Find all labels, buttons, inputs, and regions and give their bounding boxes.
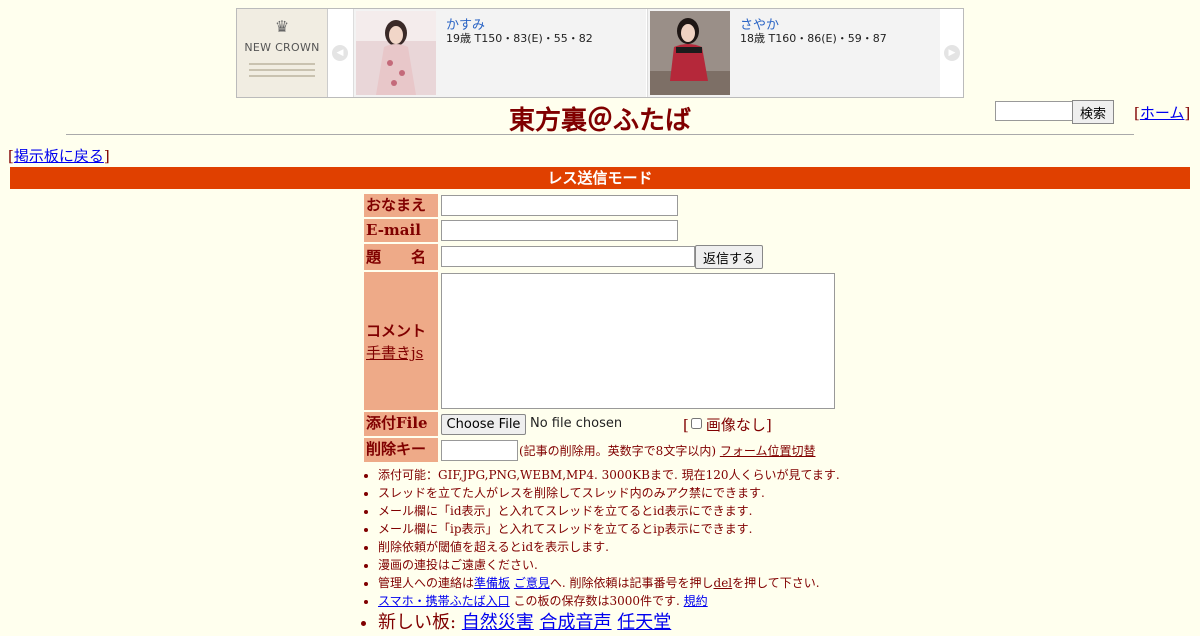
comment-label-cell: コメント 手書きjs	[364, 272, 438, 410]
email-input[interactable]	[441, 220, 678, 241]
choose-file-button[interactable]: Choose File	[441, 414, 526, 435]
rule-item: 削除依頼が閾値を超えるとidを表示します.	[378, 538, 840, 556]
carousel-next-button[interactable]: ▶	[940, 9, 963, 97]
no-image-label: 画像なし	[705, 416, 766, 434]
carousel-prev-button[interactable]: ◀	[328, 9, 352, 97]
name-input[interactable]	[441, 195, 678, 216]
header-divider	[66, 134, 1134, 135]
new-boards-item: 新しい板: 自然災害 合成音声 任天堂	[378, 610, 840, 636]
rule-item: メール欄に「id表示」と入れてスレッドを立てるとid表示にできます.	[378, 502, 840, 520]
search-input[interactable]	[995, 101, 1073, 121]
comment-textarea[interactable]	[441, 273, 835, 409]
submit-reply-button[interactable]: 返信する	[695, 245, 763, 269]
ad-banner[interactable]: ♛ NEW CROWN ◀ かすみ 19歳 T150・83(E)・55・82 さ…	[236, 8, 964, 98]
subject-label: 題 名	[364, 244, 438, 270]
name-label: おなまえ	[364, 194, 438, 217]
rule-item: スマホ・携帯ふたば入口 この板の保存数は3000件です. 規約	[378, 592, 840, 610]
delete-key-note-line: (記事の削除用。英数字で8文字以内) フォーム位置切替	[519, 442, 815, 459]
crown-icon: ♛	[274, 17, 290, 36]
handwrite-js-link[interactable]: 手書きjs	[366, 342, 423, 363]
ad-card-kasumi[interactable]: かすみ 19歳 T150・83(E)・55・82	[353, 9, 646, 97]
back-nav: [掲示板に戻る]	[8, 147, 110, 165]
back-to-board-link[interactable]: 掲示板に戻る	[14, 147, 104, 165]
no-image-option: [画像なし]	[683, 416, 772, 434]
no-image-checkbox[interactable]	[690, 418, 702, 429]
file-status: No file chosen	[530, 416, 623, 431]
ad-photo-kasumi	[356, 11, 436, 95]
del-link[interactable]: del	[714, 576, 733, 590]
form-position-toggle-link[interactable]: フォーム位置切替	[720, 444, 816, 458]
rule-item: 添付可能：GIF,JPG,PNG,WEBM,MP4. 3000KBまで. 現在1…	[378, 466, 840, 484]
chevron-right-icon: ▶	[944, 45, 960, 61]
delete-key-input[interactable]	[441, 440, 518, 461]
rule-item: スレッドを立てた人がレスを削除してスレッド内のみアク禁にできます.	[378, 484, 840, 502]
home-link[interactable]: ホーム	[1140, 104, 1185, 122]
reply-mode-banner: レス送信モード	[10, 167, 1190, 189]
delete-key-label: 削除キー	[364, 438, 438, 462]
search-button[interactable]: 検索	[1072, 100, 1114, 124]
home-nav: [ホーム]	[1134, 104, 1191, 122]
chevron-left-icon: ◀	[332, 45, 348, 61]
email-label: E-mail	[364, 219, 438, 242]
shop-logo[interactable]: ♛ NEW CROWN	[237, 9, 328, 97]
rule-item: 漫画の連投はご遠慮ください.	[378, 556, 840, 574]
shop-logo-smallprint	[243, 59, 321, 87]
shop-logo-name: NEW CROWN	[244, 41, 320, 54]
ad-spec: 19歳 T150・83(E)・55・82	[446, 32, 593, 45]
ad-photo-sayaka	[650, 11, 730, 95]
file-label: 添付File	[364, 412, 438, 436]
prep-board-link[interactable]: 準備板	[474, 576, 510, 590]
ad-spec: 18歳 T160・86(E)・59・87	[740, 32, 887, 45]
terms-link[interactable]: 規約	[684, 594, 708, 608]
subject-input[interactable]	[441, 246, 695, 267]
ad-card-sayaka[interactable]: さやか 18歳 T160・86(E)・59・87	[647, 9, 940, 97]
rule-item: メール欄に「ip表示」と入れてスレッドを立てるとip表示にできます.	[378, 520, 840, 538]
comment-label: コメント	[366, 322, 427, 340]
delete-key-note: (記事の削除用。英数字で8文字以内)	[519, 444, 716, 458]
board-rules: 添付可能：GIF,JPG,PNG,WEBM,MP4. 3000KBまで. 現在1…	[364, 466, 840, 636]
mobile-entrance-link[interactable]: スマホ・携帯ふたば入口	[378, 594, 510, 608]
rule-item: 管理人への連絡は準備板 ご意見へ. 削除依頼は記事番号を押しdelを押して下さい…	[378, 574, 840, 592]
feedback-link[interactable]: ご意見	[514, 576, 550, 590]
